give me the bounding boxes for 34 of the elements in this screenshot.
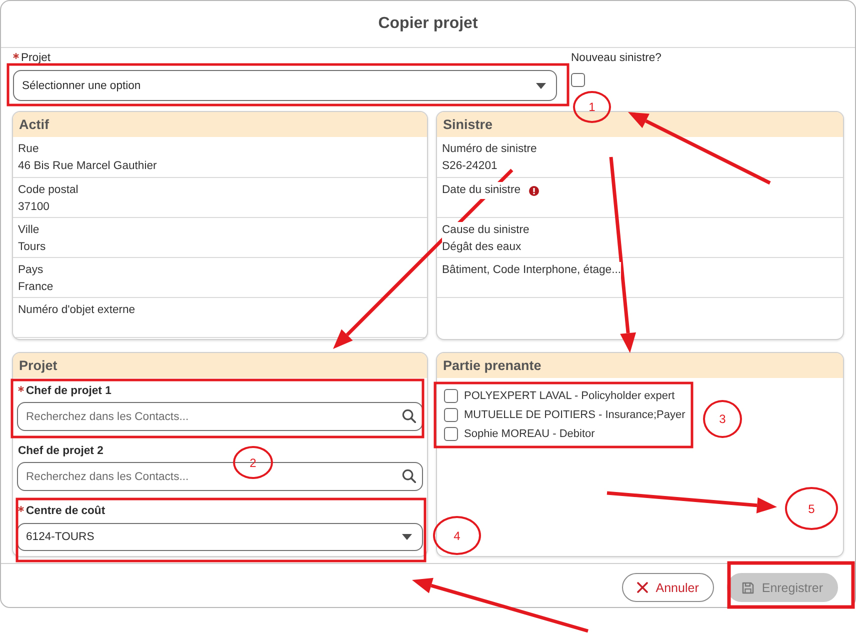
panel-title: Partie prenante [437,353,843,378]
checkbox[interactable] [444,408,458,422]
caret-icon [536,82,546,88]
field-label: Date du sinistre [442,182,520,199]
checkbox[interactable] [444,389,458,403]
checkbox[interactable] [571,73,585,87]
panel-title: Actif [13,112,427,137]
search-icon [402,409,416,423]
field-label: Chef de projet 2 [18,445,104,457]
cancel-button[interactable]: Annuler [622,573,714,602]
panel-title: Sinistre [437,112,843,137]
annotation-marker: 5 [785,487,838,530]
checkbox[interactable] [444,427,458,441]
panel-title: Projet [13,353,427,378]
field-label: Cause du sinistre [442,222,530,239]
annotation-marker: 4 [433,516,481,555]
search-icon [402,469,416,483]
save-icon [742,582,754,594]
field-label: Nouveau sinistre? [571,52,662,64]
field-label: Bâtiment, Code Interphone, étage... [442,262,621,279]
dialog-title: Copier projet [378,15,478,33]
cost-center-select[interactable]: 6124-TOURS [17,523,423,551]
field-label: Projet [21,52,51,64]
contact-search-field[interactable]: Recherchez dans les Contacts... [17,402,423,431]
field-label: Chef de projet 1 [26,385,112,397]
close-icon [636,582,648,593]
annotation-marker: 1 [573,91,611,123]
stakeholder-label: POLYEXPERT LAVAL - Policyholder expert [464,388,675,404]
field-label: Centre de coût [26,505,106,517]
caret-icon [402,534,412,540]
stakeholder-label: Sophie MOREAU - Debitor [464,426,595,442]
project-select[interactable]: Sélectionner une option [13,70,557,101]
stakeholder-label: MUTUELLE DE POITIERS - Insurance;Payer [464,408,686,422]
annotation-marker: 3 [703,400,742,438]
